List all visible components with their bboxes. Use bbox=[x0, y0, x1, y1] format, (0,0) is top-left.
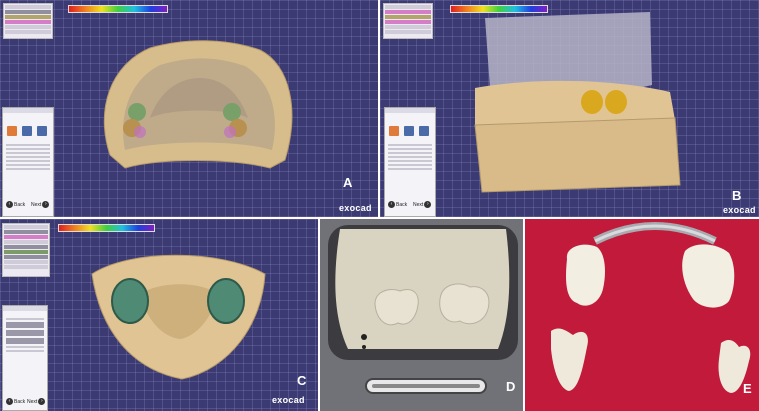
back-label: Back bbox=[14, 201, 26, 208]
wizard-header bbox=[3, 306, 47, 311]
milling-disc-photo bbox=[320, 219, 523, 411]
cast-framework-photo bbox=[525, 219, 759, 411]
tool-button-1[interactable] bbox=[389, 126, 399, 136]
back-label: Back bbox=[396, 201, 408, 208]
back-arrow-icon: ‹ bbox=[6, 398, 13, 405]
wizard-panel[interactable]: ‹ Back Next › bbox=[2, 107, 54, 217]
panel-d-letter: D bbox=[506, 379, 516, 394]
panel-c-letter: C bbox=[297, 373, 307, 388]
panel-e-letter: E bbox=[743, 381, 752, 396]
dental-arch-model[interactable] bbox=[0, 0, 378, 217]
next-button[interactable]: Next › bbox=[413, 201, 432, 208]
tool-button-3[interactable] bbox=[419, 126, 429, 136]
back-arrow-icon: ‹ bbox=[6, 201, 13, 208]
exocad-logo-c: exocad bbox=[272, 395, 305, 405]
tool-button-1[interactable] bbox=[7, 126, 17, 136]
tool-button-2[interactable] bbox=[404, 126, 414, 136]
panel-e-framework-photo: E bbox=[525, 219, 759, 411]
next-arrow-icon: › bbox=[42, 201, 50, 208]
back-arrow-icon: ‹ bbox=[388, 201, 395, 208]
back-button[interactable]: ‹ Back bbox=[6, 201, 25, 208]
tool-button-3[interactable] bbox=[37, 126, 47, 136]
next-button[interactable]: Next › bbox=[27, 398, 46, 405]
next-arrow-icon: › bbox=[424, 201, 432, 208]
panel-d-milled-wax-photo: D bbox=[320, 219, 523, 411]
wax-pattern-left bbox=[374, 289, 419, 326]
wizard-panel[interactable]: ‹ Back Next › bbox=[384, 107, 436, 217]
panel-a-letter: A bbox=[343, 175, 353, 190]
wizard-panel[interactable]: ‹ Back Next › bbox=[2, 305, 48, 411]
wizard-header bbox=[3, 108, 53, 113]
articulated-models[interactable] bbox=[380, 0, 759, 217]
panel-b-exocad-lateral-view: ‹ Back Next › B exocad bbox=[380, 0, 759, 217]
wax-pattern-right bbox=[439, 283, 490, 325]
back-label: Back bbox=[14, 398, 26, 405]
next-button[interactable]: Next › bbox=[31, 201, 50, 208]
back-button[interactable]: ‹ Back bbox=[388, 201, 407, 208]
panel-b-letter: B bbox=[732, 188, 742, 203]
exocad-logo-a: exocad bbox=[339, 203, 372, 213]
next-arrow-icon: › bbox=[38, 398, 46, 405]
exocad-logo-b: exocad bbox=[723, 205, 756, 215]
next-label: Next bbox=[413, 201, 424, 208]
crown-upper-left bbox=[566, 244, 605, 306]
panel-a-exocad-occlusal-view: ‹ Back Next › A exocad bbox=[0, 0, 378, 217]
tool-button-2[interactable] bbox=[22, 126, 32, 136]
panel-c-exocad-framework-view: ‹ Back Next › C exocad bbox=[0, 219, 318, 411]
wizard-header bbox=[385, 108, 435, 113]
next-label: Next bbox=[27, 398, 38, 405]
back-button[interactable]: ‹ Back bbox=[6, 398, 25, 405]
next-label: Next bbox=[31, 201, 42, 208]
